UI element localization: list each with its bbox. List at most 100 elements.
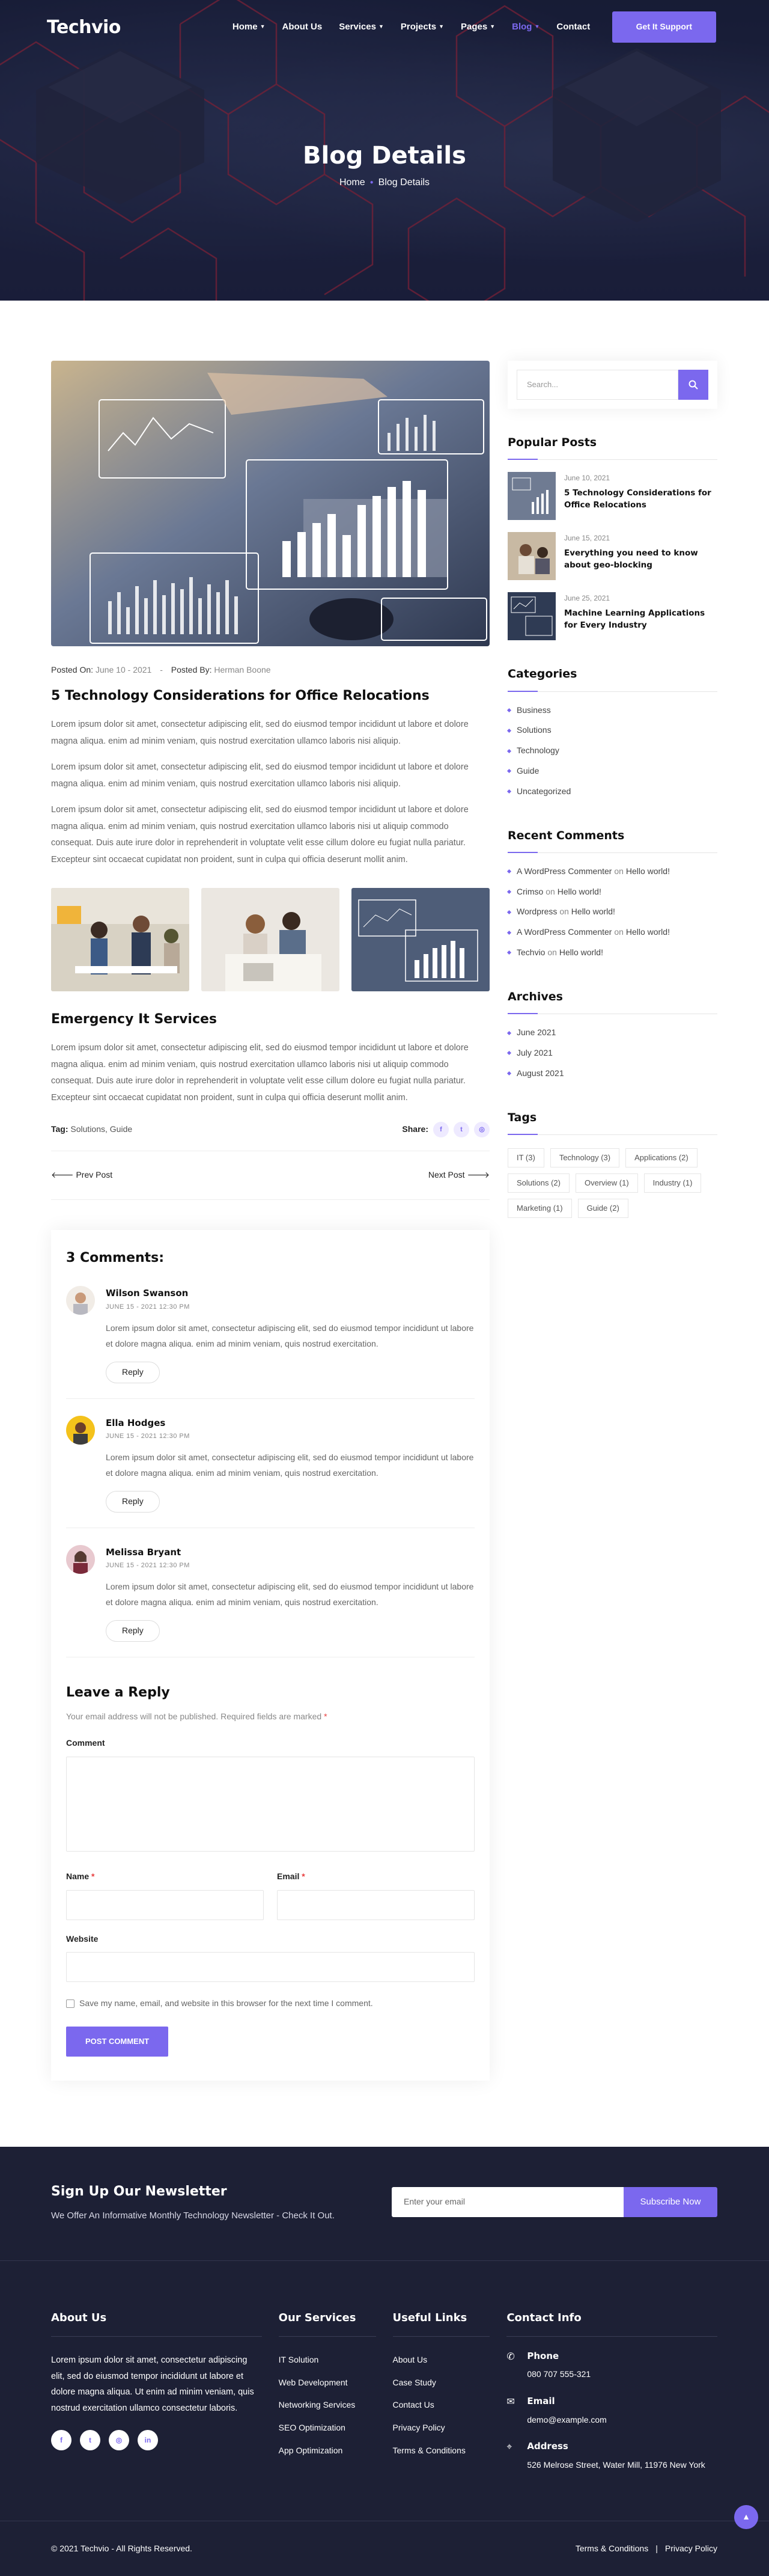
archive-link[interactable]: July 2021 bbox=[508, 1043, 717, 1063]
linkedin-icon[interactable]: in bbox=[138, 2430, 158, 2451]
post-tag-links[interactable]: Solutions, Guide bbox=[70, 1124, 132, 1134]
comment-post-link[interactable]: Hello world! bbox=[626, 866, 670, 876]
scroll-to-top-button[interactable]: ▲ bbox=[734, 2504, 758, 2529]
avatar bbox=[66, 1415, 95, 1445]
email-field[interactable] bbox=[277, 1889, 475, 1920]
arrow-up-icon: ▲ bbox=[742, 2511, 750, 2521]
comment-text: Lorem ipsum dolor sit amet, consectetur … bbox=[106, 1323, 474, 1349]
instagram-icon[interactable]: ◎ bbox=[474, 1122, 490, 1138]
category-link[interactable]: Business bbox=[508, 700, 717, 721]
name-field[interactable] bbox=[66, 1889, 264, 1920]
comment-item: Ella Hodges JUNE 15 - 2021 12:30 PM Lore… bbox=[66, 1399, 475, 1528]
category-link[interactable]: Technology bbox=[508, 741, 717, 761]
category-link[interactable]: Uncategorized bbox=[508, 782, 717, 802]
comment-author-link[interactable]: A WordPress Commenter bbox=[517, 927, 612, 937]
twitter-icon[interactable]: t bbox=[80, 2430, 100, 2451]
comment-author: Ella Hodges bbox=[106, 1417, 166, 1428]
reply-button[interactable]: Reply bbox=[106, 1490, 160, 1513]
tag-link[interactable]: Guide (2) bbox=[577, 1199, 628, 1219]
breadcrumb-home-link[interactable]: Home bbox=[339, 177, 365, 188]
nav-item-services[interactable]: Services ▼ bbox=[339, 19, 384, 35]
next-post-link[interactable]: Next Post 🡒 bbox=[428, 1168, 490, 1182]
reply-button[interactable]: Reply bbox=[106, 1361, 160, 1383]
comment-post-link[interactable]: Hello world! bbox=[558, 887, 601, 896]
post-title: 5 Technology Considerations for Office R… bbox=[51, 688, 430, 703]
footer-service-link[interactable]: IT Solution bbox=[279, 2349, 376, 2372]
comment-textarea[interactable] bbox=[66, 1756, 475, 1852]
popular-post-item[interactable]: June 10, 2021 5 Technology Considerations… bbox=[508, 472, 717, 521]
arrow-left-icon: 🡐 bbox=[51, 1170, 74, 1180]
nav-item-contact[interactable]: Contact bbox=[556, 19, 590, 35]
post-author-link[interactable]: Herman Boone bbox=[214, 665, 270, 675]
envelope-icon: ✉ bbox=[506, 2397, 515, 2408]
comment-post-link[interactable]: Hello world! bbox=[559, 947, 603, 957]
newsletter-subtitle: We Offer An Informative Monthly Technolo… bbox=[51, 2210, 335, 2221]
post-navigation: 🡐 Prev Post Next Post 🡒 bbox=[51, 1151, 490, 1200]
archive-link[interactable]: August 2021 bbox=[508, 1063, 717, 1084]
comment-label: Comment bbox=[66, 1738, 105, 1748]
subscribe-button[interactable]: Subscribe Now bbox=[624, 2186, 717, 2217]
tag-cloud: IT (3) Technology (3) Applications (2) S… bbox=[508, 1148, 717, 1219]
category-link[interactable]: Guide bbox=[508, 761, 717, 782]
footer-link[interactable]: Terms & Conditions bbox=[393, 2440, 490, 2462]
footer-link[interactable]: Case Study bbox=[393, 2372, 490, 2394]
instagram-icon[interactable]: ◎ bbox=[109, 2430, 129, 2451]
newsletter-email-input[interactable]: Enter your email bbox=[392, 2186, 624, 2217]
search-button[interactable] bbox=[678, 370, 708, 400]
comment-author-link[interactable]: Techvio bbox=[517, 947, 545, 957]
tags-title: Tags bbox=[508, 1108, 717, 1136]
tag-link[interactable]: Applications (2) bbox=[625, 1148, 698, 1167]
gallery-image-team bbox=[51, 887, 189, 991]
archive-link[interactable]: June 2021 bbox=[508, 1023, 717, 1043]
comment-post-link[interactable]: Hello world! bbox=[571, 907, 615, 916]
footer-link[interactable]: Contact Us bbox=[393, 2394, 490, 2417]
tag-link[interactable]: Industry (1) bbox=[643, 1173, 702, 1193]
footer-link[interactable]: About Us bbox=[393, 2349, 490, 2372]
archives-title: Archives bbox=[508, 987, 717, 1015]
terms-link[interactable]: Terms & Conditions bbox=[576, 2544, 648, 2553]
save-info-checkbox[interactable] bbox=[66, 1999, 74, 2008]
footer-service-link[interactable]: Networking Services bbox=[279, 2394, 376, 2417]
footer-service-link[interactable]: Web Development bbox=[279, 2372, 376, 2394]
prev-post-link[interactable]: 🡐 Prev Post bbox=[51, 1168, 112, 1182]
footer-service-link[interactable]: SEO Optimization bbox=[279, 2417, 376, 2440]
facebook-icon[interactable]: f bbox=[433, 1122, 449, 1138]
site-logo[interactable]: Techvio bbox=[47, 12, 121, 43]
post-paragraph: Lorem ipsum dolor sit amet, consectetur … bbox=[51, 1042, 469, 1103]
tag-link[interactable]: Overview (1) bbox=[575, 1173, 638, 1193]
get-support-button[interactable]: Get It Support bbox=[612, 11, 716, 43]
footer-link[interactable]: Privacy Policy bbox=[393, 2417, 490, 2440]
main-content: Posted On: June 10 - 2021 - Posted By: H… bbox=[0, 301, 769, 2147]
breadcrumb-current: Blog Details bbox=[378, 177, 430, 188]
category-link[interactable]: Solutions bbox=[508, 720, 717, 741]
chevron-down-icon: ▼ bbox=[260, 23, 266, 30]
nav-item-projects[interactable]: Projects ▼ bbox=[401, 19, 444, 35]
footer-contact: Contact Info ✆ Phone 080 707 555-321 ✉ Em… bbox=[506, 2309, 717, 2472]
comment-author-link[interactable]: Crimso bbox=[517, 887, 543, 896]
nav-item-blog[interactable]: Blog ▼ bbox=[512, 19, 540, 35]
facebook-icon[interactable]: f bbox=[51, 2430, 71, 2451]
nav-item-home[interactable]: Home ▼ bbox=[233, 19, 266, 35]
comment-author-link[interactable]: A WordPress Commenter bbox=[517, 866, 612, 876]
comment-post-link[interactable]: Hello world! bbox=[626, 927, 670, 937]
privacy-link[interactable]: Privacy Policy bbox=[665, 2544, 717, 2553]
reply-button[interactable]: Reply bbox=[106, 1620, 160, 1642]
post-comment-button[interactable]: POST COMMENT bbox=[66, 2027, 169, 2057]
tag-link[interactable]: Solutions (2) bbox=[508, 1173, 570, 1193]
gallery-image-meeting bbox=[201, 887, 339, 991]
nav-item-pages[interactable]: Pages ▼ bbox=[461, 19, 495, 35]
twitter-icon[interactable]: t bbox=[454, 1122, 469, 1138]
chevron-down-icon: ▼ bbox=[439, 23, 444, 30]
post-subtitle: Emergency It Services bbox=[51, 1011, 217, 1027]
search-input[interactable]: Search... bbox=[517, 370, 678, 400]
tag-link[interactable]: IT (3) bbox=[508, 1148, 544, 1167]
tag-link[interactable]: Marketing (1) bbox=[508, 1199, 572, 1219]
comment-author-link[interactable]: Wordpress bbox=[517, 907, 557, 916]
popular-post-item[interactable]: June 25, 2021 Machine Learning Applicatio… bbox=[508, 592, 717, 641]
nav-item-about[interactable]: About Us bbox=[282, 19, 323, 35]
popular-post-item[interactable]: June 15, 2021 Everything you need to know… bbox=[508, 532, 717, 581]
footer-service-link[interactable]: App Optimization bbox=[279, 2440, 376, 2462]
footer-services-title: Our Services bbox=[278, 2309, 376, 2337]
website-field[interactable] bbox=[66, 1952, 475, 1983]
tag-link[interactable]: Technology (3) bbox=[550, 1148, 620, 1167]
